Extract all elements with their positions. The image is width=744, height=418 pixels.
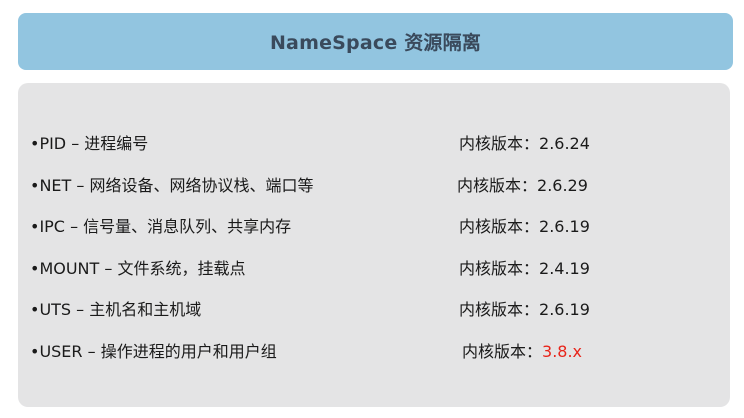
kernel-version-value: 2.4.19 xyxy=(539,259,590,278)
kernel-version: 内核版本：2.6.19 xyxy=(459,213,590,237)
kernel-version: 内核版本：2.6.19 xyxy=(459,296,590,320)
list-item-user: •USER – 操作进程的用户和用户组 内核版本：3.8.x xyxy=(30,338,720,362)
kernel-version-label: 内核版本： xyxy=(459,134,540,153)
namespace-label: •NET – 网络设备、网络协议栈、端口等 xyxy=(30,176,314,195)
kernel-version-label: 内核版本： xyxy=(459,300,540,319)
list-item-pid: •PID – 进程编号 内核版本：2.6.24 xyxy=(30,130,720,154)
kernel-version-value: 2.6.29 xyxy=(537,176,588,195)
kernel-version-label: 内核版本： xyxy=(457,176,538,195)
list-item-uts: •UTS – 主机名和主机域 内核版本：2.6.19 xyxy=(30,296,720,320)
namespace-label: •PID – 进程编号 xyxy=(30,134,149,153)
namespace-label: •IPC – 信号量、消息队列、共享内存 xyxy=(30,217,292,236)
kernel-version-value: 2.6.19 xyxy=(539,300,590,319)
kernel-version-label: 内核版本： xyxy=(462,342,543,361)
namespace-label: •USER – 操作进程的用户和用户组 xyxy=(30,342,277,361)
kernel-version: 内核版本：3.8.x xyxy=(462,338,582,362)
kernel-version: 内核版本：2.4.19 xyxy=(459,255,590,279)
namespace-label: •MOUNT – 文件系统，挂载点 xyxy=(30,259,246,278)
page-title: NameSpace 资源隔离 xyxy=(269,32,482,54)
list-item-net: •NET – 网络设备、网络协议栈、端口等 内核版本：2.6.29 xyxy=(30,172,720,196)
kernel-version: 内核版本：2.6.29 xyxy=(457,172,588,196)
namespace-list-panel: •PID – 进程编号 内核版本：2.6.24 •NET – 网络设备、网络协议… xyxy=(18,83,730,407)
list-item-mount: •MOUNT – 文件系统，挂载点 内核版本：2.4.19 xyxy=(30,255,720,279)
kernel-version-value: 2.6.19 xyxy=(539,217,590,236)
namespace-label: •UTS – 主机名和主机域 xyxy=(30,300,202,319)
kernel-version-value-highlighted: 3.8.x xyxy=(542,342,583,361)
kernel-version-value: 2.6.24 xyxy=(539,134,590,153)
title-banner: NameSpace 资源隔离 xyxy=(18,13,733,70)
kernel-version-label: 内核版本： xyxy=(459,259,540,278)
list-item-ipc: •IPC – 信号量、消息队列、共享内存 内核版本：2.6.19 xyxy=(30,213,720,237)
kernel-version-label: 内核版本： xyxy=(459,217,540,236)
kernel-version: 内核版本：2.6.24 xyxy=(459,130,590,154)
